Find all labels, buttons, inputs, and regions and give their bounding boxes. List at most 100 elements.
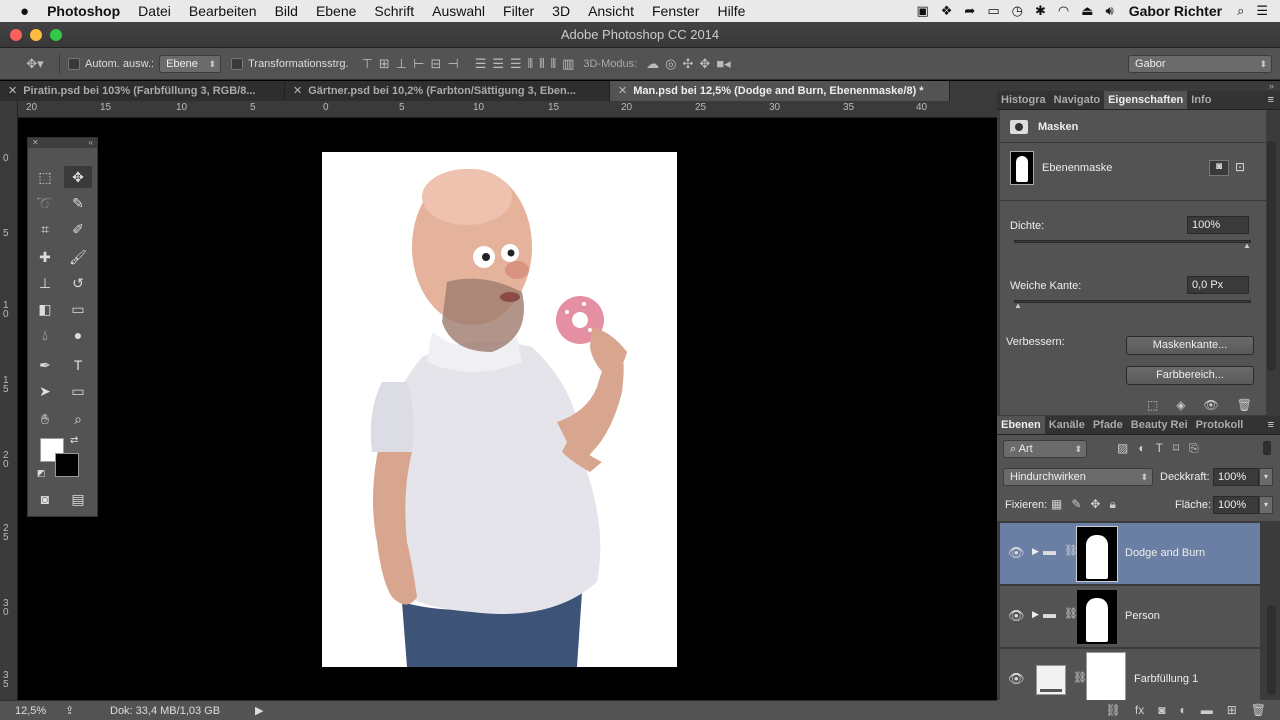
tab-gaertner[interactable]: ✕ Gärtner.psd bei 10,2% (Farbton/Sättigun… xyxy=(285,81,610,101)
menu-fenster[interactable]: Fenster xyxy=(643,3,708,19)
distribute-top-icon[interactable]: ☰ xyxy=(475,54,487,74)
mask-link-icon[interactable]: ⛓︎ xyxy=(1073,671,1087,684)
auto-select-checkbox[interactable] xyxy=(68,57,80,70)
fill-layer-thumbnail[interactable] xyxy=(1036,665,1066,695)
eyedropper-tool-icon[interactable]: ✐ xyxy=(64,218,92,240)
drag-3d-icon[interactable]: ✣ xyxy=(683,54,694,74)
layer-name[interactable]: Farbfüllung 1 xyxy=(1134,673,1198,685)
layers-panel-menu-icon[interactable]: ≡ xyxy=(1268,416,1280,434)
background-color-swatch[interactable] xyxy=(55,453,79,477)
layer-name[interactable]: Person xyxy=(1125,610,1160,622)
layers-scrollbar[interactable] xyxy=(1267,605,1276,695)
tab-man[interactable]: ✕ Man.psd bei 12,5% (Dodge and Burn, Eben… xyxy=(610,81,950,101)
distribute-bottom-icon[interactable]: ☰ xyxy=(510,54,522,74)
distribute-hcenter-icon[interactable]: ⫴ xyxy=(539,54,544,74)
lock-transparent-icon[interactable]: ▦ xyxy=(1051,497,1062,512)
apply-mask-icon[interactable]: ◈ xyxy=(1176,396,1185,415)
tab-properties[interactable]: Eigenschaften xyxy=(1104,91,1188,109)
auto-align-icon[interactable]: ▥ xyxy=(562,54,574,74)
status-menu-arrow-icon[interactable]: ▶ xyxy=(255,704,263,717)
new-layer-icon[interactable]: ⊞ xyxy=(1227,700,1237,720)
align-bottom-icon[interactable]: ⊥ xyxy=(396,54,407,74)
filter-shape-icon[interactable]: ⌑ xyxy=(1173,441,1179,456)
filter-smart-object-icon[interactable]: ⎘ xyxy=(1189,441,1199,456)
layer-name[interactable]: Dodge and Burn xyxy=(1125,547,1205,559)
hand-tool-icon[interactable]: ✋︎ xyxy=(31,408,59,430)
menu-ansicht[interactable]: Ansicht xyxy=(579,3,643,19)
lock-image-icon[interactable]: ✎ xyxy=(1071,497,1081,512)
menu-bild[interactable]: Bild xyxy=(266,3,307,19)
lasso-tool-icon[interactable]: ➰ xyxy=(31,192,59,214)
close-tab-icon[interactable]: ✕ xyxy=(618,85,627,97)
spotlight-icon[interactable]: ⌕ xyxy=(1231,3,1250,19)
eject-icon[interactable]: ⏏ xyxy=(1075,3,1099,19)
feather-slider-handle[interactable]: ▲ xyxy=(1014,301,1022,310)
layer-mask-thumbnail[interactable] xyxy=(1076,589,1118,645)
path-select-tool-icon[interactable]: ➤ xyxy=(31,380,59,402)
export-icon[interactable]: ⇪ xyxy=(65,704,105,717)
density-slider[interactable] xyxy=(1014,240,1251,243)
orbit-3d-icon[interactable]: ☁ xyxy=(646,54,659,74)
marquee-tool-icon[interactable]: ⬚ xyxy=(31,166,59,188)
menu-app[interactable]: Photoshop xyxy=(38,3,129,19)
delete-layer-icon[interactable]: 🗑︎ xyxy=(1251,700,1266,720)
tab-paths[interactable]: Pfade xyxy=(1089,416,1127,434)
filter-pixel-icon[interactable]: ▨ xyxy=(1117,441,1128,456)
tab-histogram[interactable]: Histogra xyxy=(997,91,1050,109)
transform-controls-checkbox[interactable] xyxy=(231,57,244,70)
opacity-dropdown-icon[interactable]: ▾ xyxy=(1259,468,1273,486)
panel-collapse-icon[interactable]: » xyxy=(1269,81,1274,91)
layer-mask-thumbnail[interactable] xyxy=(1076,526,1118,582)
zoom-tool-icon[interactable]: ⌕ xyxy=(64,408,92,430)
distribute-vcenter-icon[interactable]: ☰ xyxy=(492,54,504,74)
delete-mask-icon[interactable]: 🗑︎ xyxy=(1237,396,1252,415)
add-mask-icon[interactable]: ◙ xyxy=(1158,700,1165,720)
menu-ebene[interactable]: Ebene xyxy=(307,3,365,19)
visibility-eye-icon[interactable]: 👁︎ xyxy=(1008,671,1025,687)
menu-schrift[interactable]: Schrift xyxy=(365,3,423,19)
zoom-window-button[interactable] xyxy=(50,29,62,41)
default-colors-icon[interactable]: ◩ xyxy=(37,468,46,479)
vector-mask-button[interactable]: ⊡ xyxy=(1235,160,1245,174)
screen-mode-icon[interactable]: ▤ xyxy=(64,488,92,510)
airplay-icon[interactable]: ▭ xyxy=(981,3,1005,19)
tools-panel-header[interactable]: ✕ « xyxy=(28,138,97,148)
tab-beauty-retouch[interactable]: Beauty Rei xyxy=(1127,416,1192,434)
layer-row[interactable]: 👁︎ ▶ ▬ ⛓︎ Person xyxy=(1000,586,1260,648)
workspace-dropdown[interactable]: Gabor xyxy=(1128,54,1272,73)
horizontal-ruler[interactable]: 20 15 10 5 0 5 10 15 20 25 30 35 40 xyxy=(18,101,997,118)
menu-3d[interactable]: 3D xyxy=(543,3,579,19)
move-tool-preset-icon[interactable]: ✥▾ xyxy=(22,54,48,74)
feather-field[interactable]: 0,0 Px xyxy=(1187,276,1249,294)
mask-edge-button[interactable]: Maskenkante... xyxy=(1126,336,1254,355)
crop-tool-icon[interactable]: ⌗ xyxy=(31,218,59,240)
volume-icon[interactable]: 🔊︎ xyxy=(1100,3,1120,19)
align-left-icon[interactable]: ⊢ xyxy=(413,54,424,74)
menu-bearbeiten[interactable]: Bearbeiten xyxy=(180,3,266,19)
type-tool-icon[interactable]: T xyxy=(64,354,92,376)
blend-mode-dropdown[interactable]: Hindurchwirken xyxy=(1003,468,1153,486)
bluetooth-icon[interactable]: ✱ xyxy=(1029,3,1052,19)
quick-select-tool-icon[interactable]: ✎ xyxy=(64,192,92,214)
rectangle-tool-icon[interactable]: ▭ xyxy=(64,380,92,402)
pixel-mask-button[interactable]: ◙ xyxy=(1209,160,1229,176)
visibility-eye-icon[interactable]: 👁︎ xyxy=(1008,545,1025,561)
roll-3d-icon[interactable]: ◎ xyxy=(665,54,676,74)
slide-3d-icon[interactable]: ✥ xyxy=(699,54,710,74)
adjustment-layer-icon[interactable]: ◐ xyxy=(1179,700,1186,720)
align-top-icon[interactable]: ⊤ xyxy=(362,54,373,74)
fill-dropdown-icon[interactable]: ▾ xyxy=(1259,496,1273,514)
feather-slider[interactable] xyxy=(1014,300,1251,303)
density-field[interactable]: 100% xyxy=(1187,216,1249,234)
opacity-field[interactable]: 100% xyxy=(1213,468,1259,486)
new-group-icon[interactable]: ▬ xyxy=(1201,700,1213,720)
gradient-tool-icon[interactable]: ▭ xyxy=(64,298,92,320)
blur-tool-icon[interactable]: 💧︎ xyxy=(31,324,59,346)
screen-icon[interactable]: ▣ xyxy=(910,3,934,19)
history-brush-tool-icon[interactable]: ↺ xyxy=(64,272,92,294)
layer-row[interactable]: 👁︎ ▶ ▬ ⛓︎ Dodge and Burn xyxy=(1000,523,1260,585)
density-slider-handle[interactable]: ▲ xyxy=(1243,241,1251,250)
distribute-left-icon[interactable]: ⫴ xyxy=(528,54,533,74)
layer-effects-icon[interactable]: fx xyxy=(1135,700,1144,720)
stamp-tool-icon[interactable]: ⊥ xyxy=(31,272,59,294)
